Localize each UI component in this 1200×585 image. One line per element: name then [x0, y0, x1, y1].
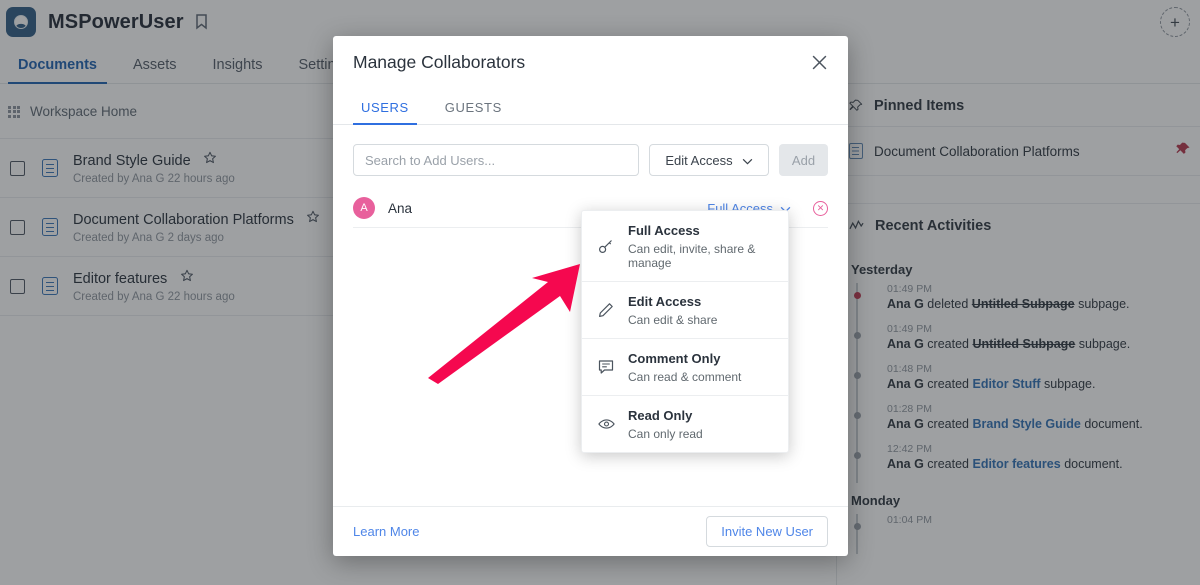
- key-icon: [596, 238, 616, 254]
- menu-item-desc: Can only read: [628, 427, 703, 441]
- modal-toolbar: Search to Add Users... Edit Access Add: [333, 125, 848, 176]
- access-select-value: Edit Access: [665, 153, 732, 168]
- tab-guests-label: GUESTS: [445, 100, 502, 115]
- menu-item-text: Full Access Can edit, invite, share & ma…: [628, 222, 774, 270]
- menu-item-title: Edit Access: [628, 294, 701, 309]
- comment-icon: [596, 359, 616, 375]
- avatar: A: [353, 197, 375, 219]
- invite-new-user-label: Invite New User: [721, 524, 813, 539]
- menu-item-title: Full Access: [628, 223, 700, 238]
- menu-item-edit-access[interactable]: Edit Access Can edit & share: [582, 282, 788, 339]
- search-placeholder: Search to Add Users...: [365, 153, 495, 168]
- add-user-button[interactable]: Add: [779, 144, 828, 176]
- tab-users[interactable]: USERS: [353, 100, 417, 124]
- menu-item-desc: Can edit & share: [628, 313, 717, 327]
- menu-item-comment-only[interactable]: Comment Only Can read & comment: [582, 339, 788, 396]
- modal-footer: Learn More Invite New User: [333, 506, 848, 556]
- remove-circle-icon: ✕: [817, 203, 825, 214]
- add-user-label: Add: [792, 153, 815, 168]
- app-root: MSPowerUser + Documents Assets Insights …: [0, 0, 1200, 585]
- eye-icon: [596, 416, 616, 432]
- pencil-icon: [596, 302, 616, 318]
- modal-title: Manage Collaborators: [353, 52, 811, 73]
- search-input[interactable]: Search to Add Users...: [353, 144, 639, 176]
- menu-item-text: Comment Only Can read & comment: [628, 350, 741, 384]
- avatar-initial: A: [360, 202, 367, 214]
- menu-item-full-access[interactable]: Full Access Can edit, invite, share & ma…: [582, 211, 788, 282]
- close-icon[interactable]: [811, 54, 828, 71]
- access-level-menu: Full Access Can edit, invite, share & ma…: [581, 210, 789, 453]
- chevron-down-icon: [742, 153, 753, 168]
- menu-item-text: Read Only Can only read: [628, 407, 703, 441]
- menu-item-title: Read Only: [628, 408, 692, 423]
- menu-item-title: Comment Only: [628, 351, 720, 366]
- tab-users-label: USERS: [361, 100, 409, 115]
- modal-tabs: USERS GUESTS: [333, 88, 848, 125]
- modal-header: Manage Collaborators: [333, 36, 848, 88]
- menu-item-read-only[interactable]: Read Only Can only read: [582, 396, 788, 452]
- invite-new-user-button[interactable]: Invite New User: [706, 516, 828, 547]
- access-select[interactable]: Edit Access: [649, 144, 769, 176]
- menu-item-desc: Can read & comment: [628, 370, 741, 384]
- menu-item-desc: Can edit, invite, share & manage: [628, 242, 774, 270]
- remove-collaborator-button[interactable]: ✕: [813, 201, 828, 216]
- learn-more-link[interactable]: Learn More: [353, 524, 419, 539]
- tab-guests[interactable]: GUESTS: [437, 100, 510, 124]
- menu-item-text: Edit Access Can edit & share: [628, 293, 717, 327]
